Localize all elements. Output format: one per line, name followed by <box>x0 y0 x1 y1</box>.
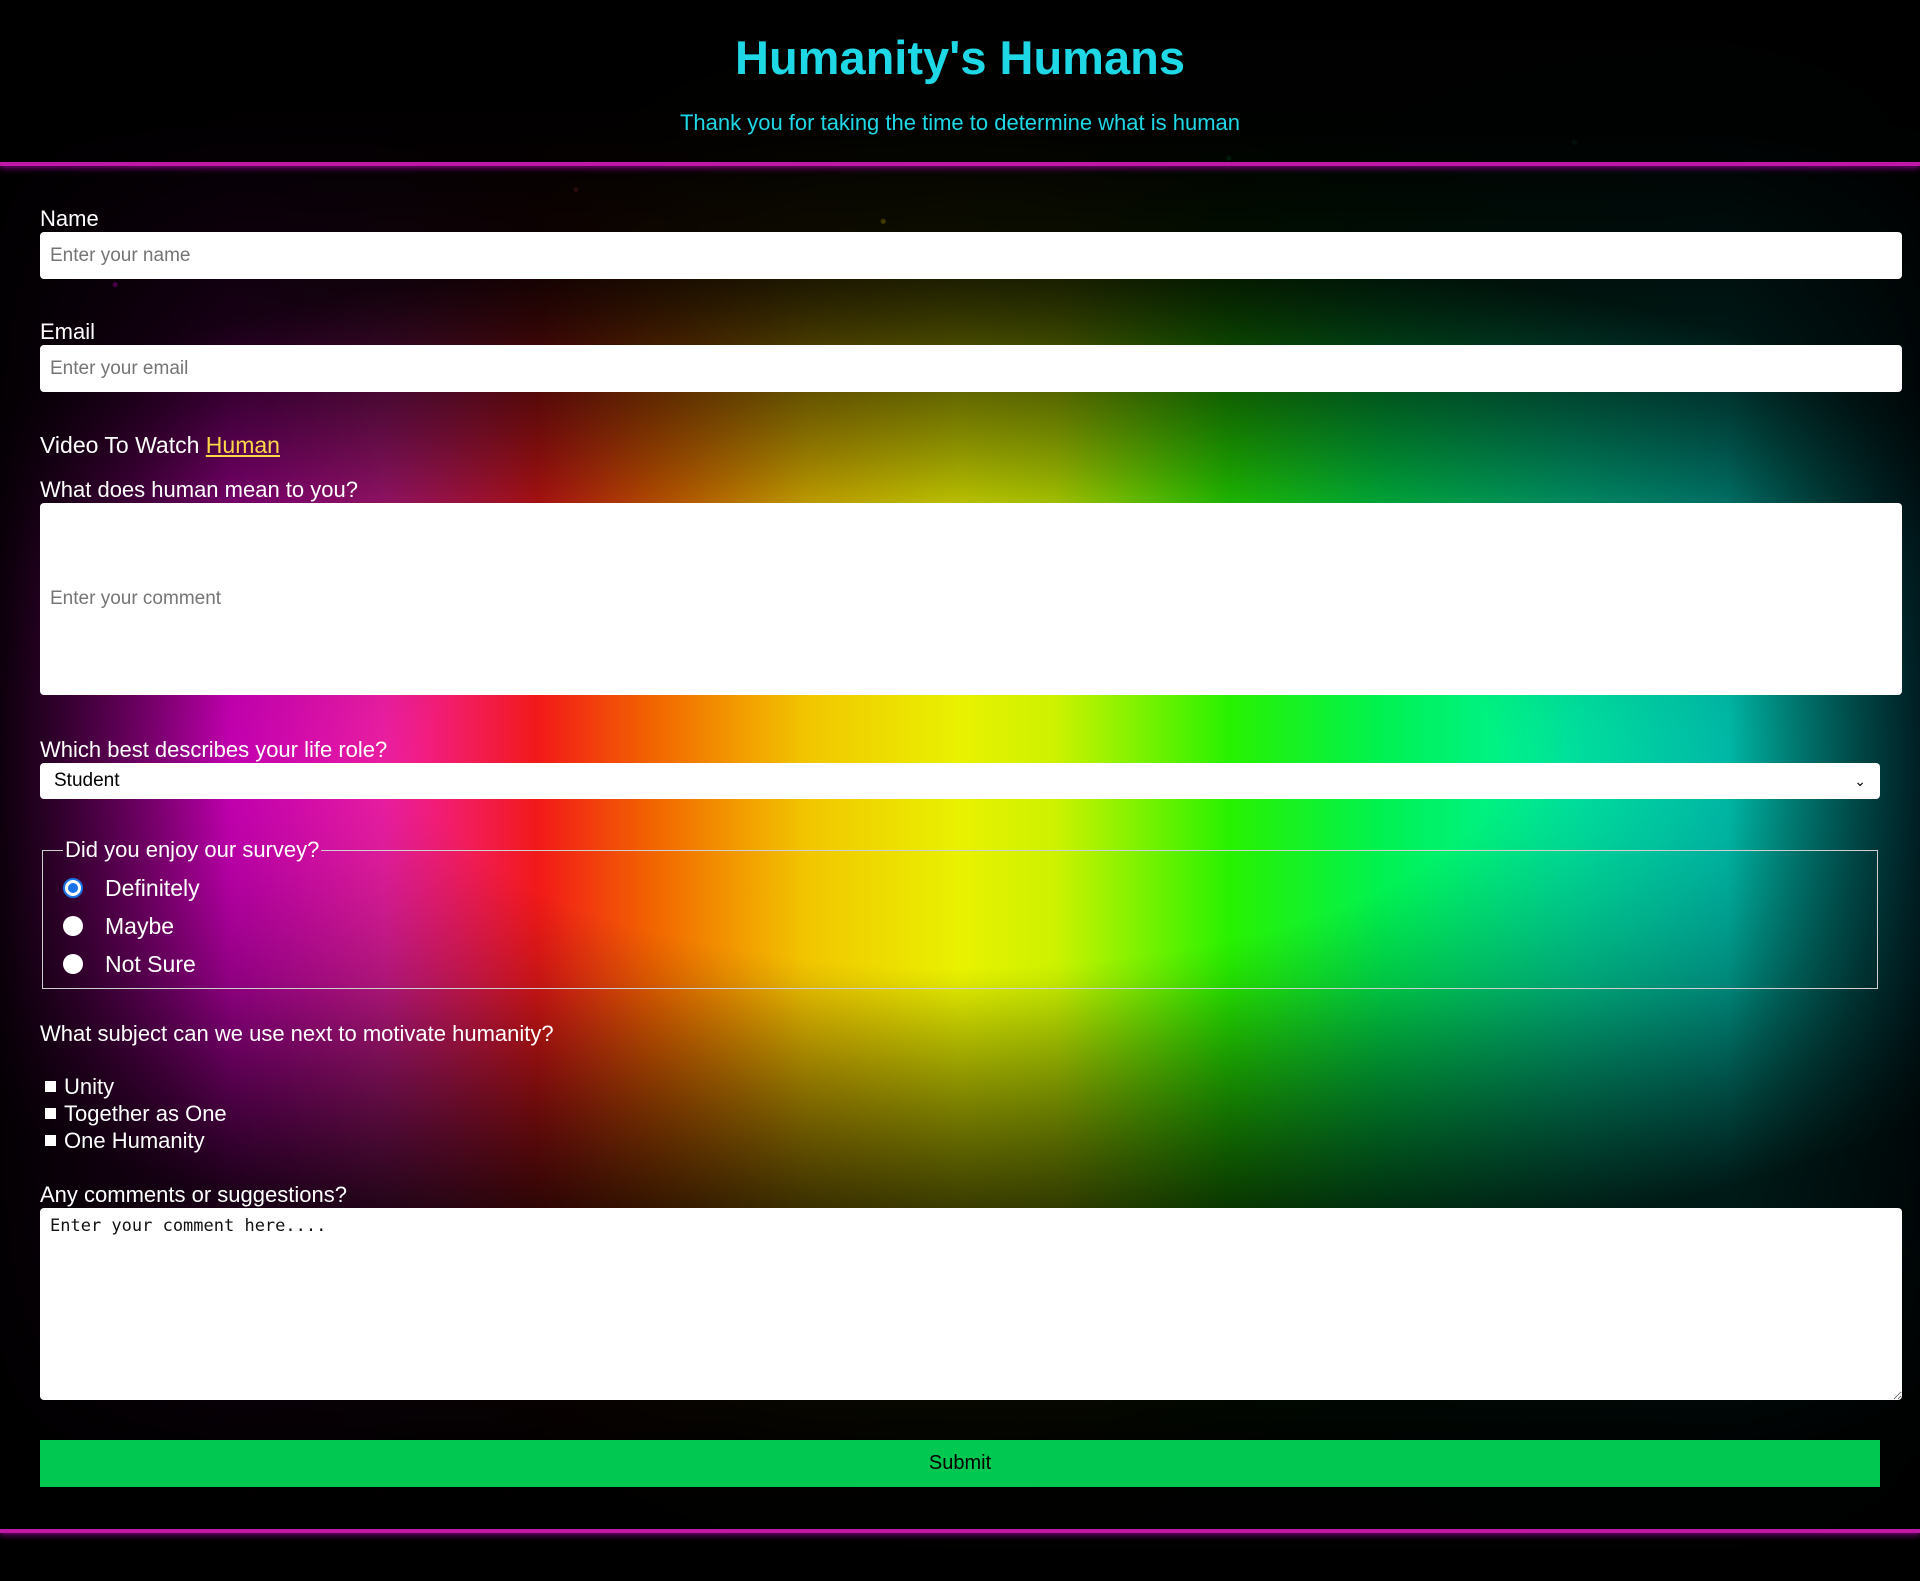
video-prefix: Video To Watch <box>40 432 200 458</box>
meaning-label: What does human mean to you? <box>40 477 358 502</box>
radio-label: Not Sure <box>105 950 196 977</box>
radio-button-checked[interactable] <box>63 878 83 898</box>
checkbox-option-one-humanity[interactable]: One Humanity <box>40 1127 1900 1154</box>
page: Humanity's Humans Thank you for taking t… <box>0 0 1920 1533</box>
meaning-input[interactable]: Enter your comment <box>40 503 1902 695</box>
page-subtitle: Thank you for taking the time to determi… <box>679 110 1241 135</box>
radio-option-definitely[interactable]: Definitely <box>63 869 1877 907</box>
page-header: Humanity's Humans Thank you for taking t… <box>0 0 1920 166</box>
checkbox-option-unity[interactable]: Unity <box>40 1073 1900 1100</box>
radio-button[interactable] <box>63 916 83 936</box>
radio-option-not-sure[interactable]: Not Sure <box>63 945 1877 983</box>
video-link[interactable]: Human <box>206 432 280 458</box>
checkbox[interactable] <box>45 1081 56 1092</box>
chevron-down-icon: ⌄ <box>1854 772 1866 789</box>
checkbox-label: Together as One <box>64 1100 227 1126</box>
checkbox-label: Unity <box>64 1073 115 1099</box>
enjoy-legend: Did you enjoy our survey? <box>65 837 320 862</box>
comments-label: Any comments or suggestions? <box>40 1182 347 1207</box>
radio-label: Definitely <box>105 874 200 901</box>
checkbox-option-together-as-one[interactable]: Together as One <box>40 1100 1900 1127</box>
checkbox[interactable] <box>45 1135 56 1146</box>
name-input[interactable] <box>40 232 1902 279</box>
submit-button[interactable]: Submit <box>40 1440 1880 1487</box>
subject-checkbox-list: Unity Together as One One Humanity <box>40 1073 1900 1154</box>
life-role-select[interactable]: Student ⌄ <box>40 763 1880 799</box>
radio-label: Maybe <box>105 912 175 939</box>
email-label: Email <box>40 319 96 344</box>
video-line: Video To Watch Human <box>40 432 1900 459</box>
checkbox-label: One Humanity <box>64 1127 205 1153</box>
name-label: Name <box>40 206 99 231</box>
checkbox[interactable] <box>45 1108 56 1119</box>
enjoy-fieldset: Did you enjoy our survey? Definitely May… <box>42 837 1878 989</box>
email-field-group: Email <box>40 319 1902 392</box>
name-field-group: Name <box>40 206 1902 279</box>
life-role-label: Which best describes your life role? <box>40 737 388 762</box>
page-title: Humanity's Humans <box>735 31 1185 84</box>
comments-textarea[interactable]: Enter your comment here.... <box>40 1208 1902 1400</box>
email-input[interactable] <box>40 345 1902 392</box>
radio-option-maybe[interactable]: Maybe <box>63 907 1877 945</box>
subject-question: What subject can we use next to motivate… <box>40 1021 554 1046</box>
survey-form: Name Email Video To Watch Human What doe… <box>0 166 1920 1533</box>
radio-button[interactable] <box>63 954 83 974</box>
life-role-selected-value: Student <box>54 770 120 791</box>
